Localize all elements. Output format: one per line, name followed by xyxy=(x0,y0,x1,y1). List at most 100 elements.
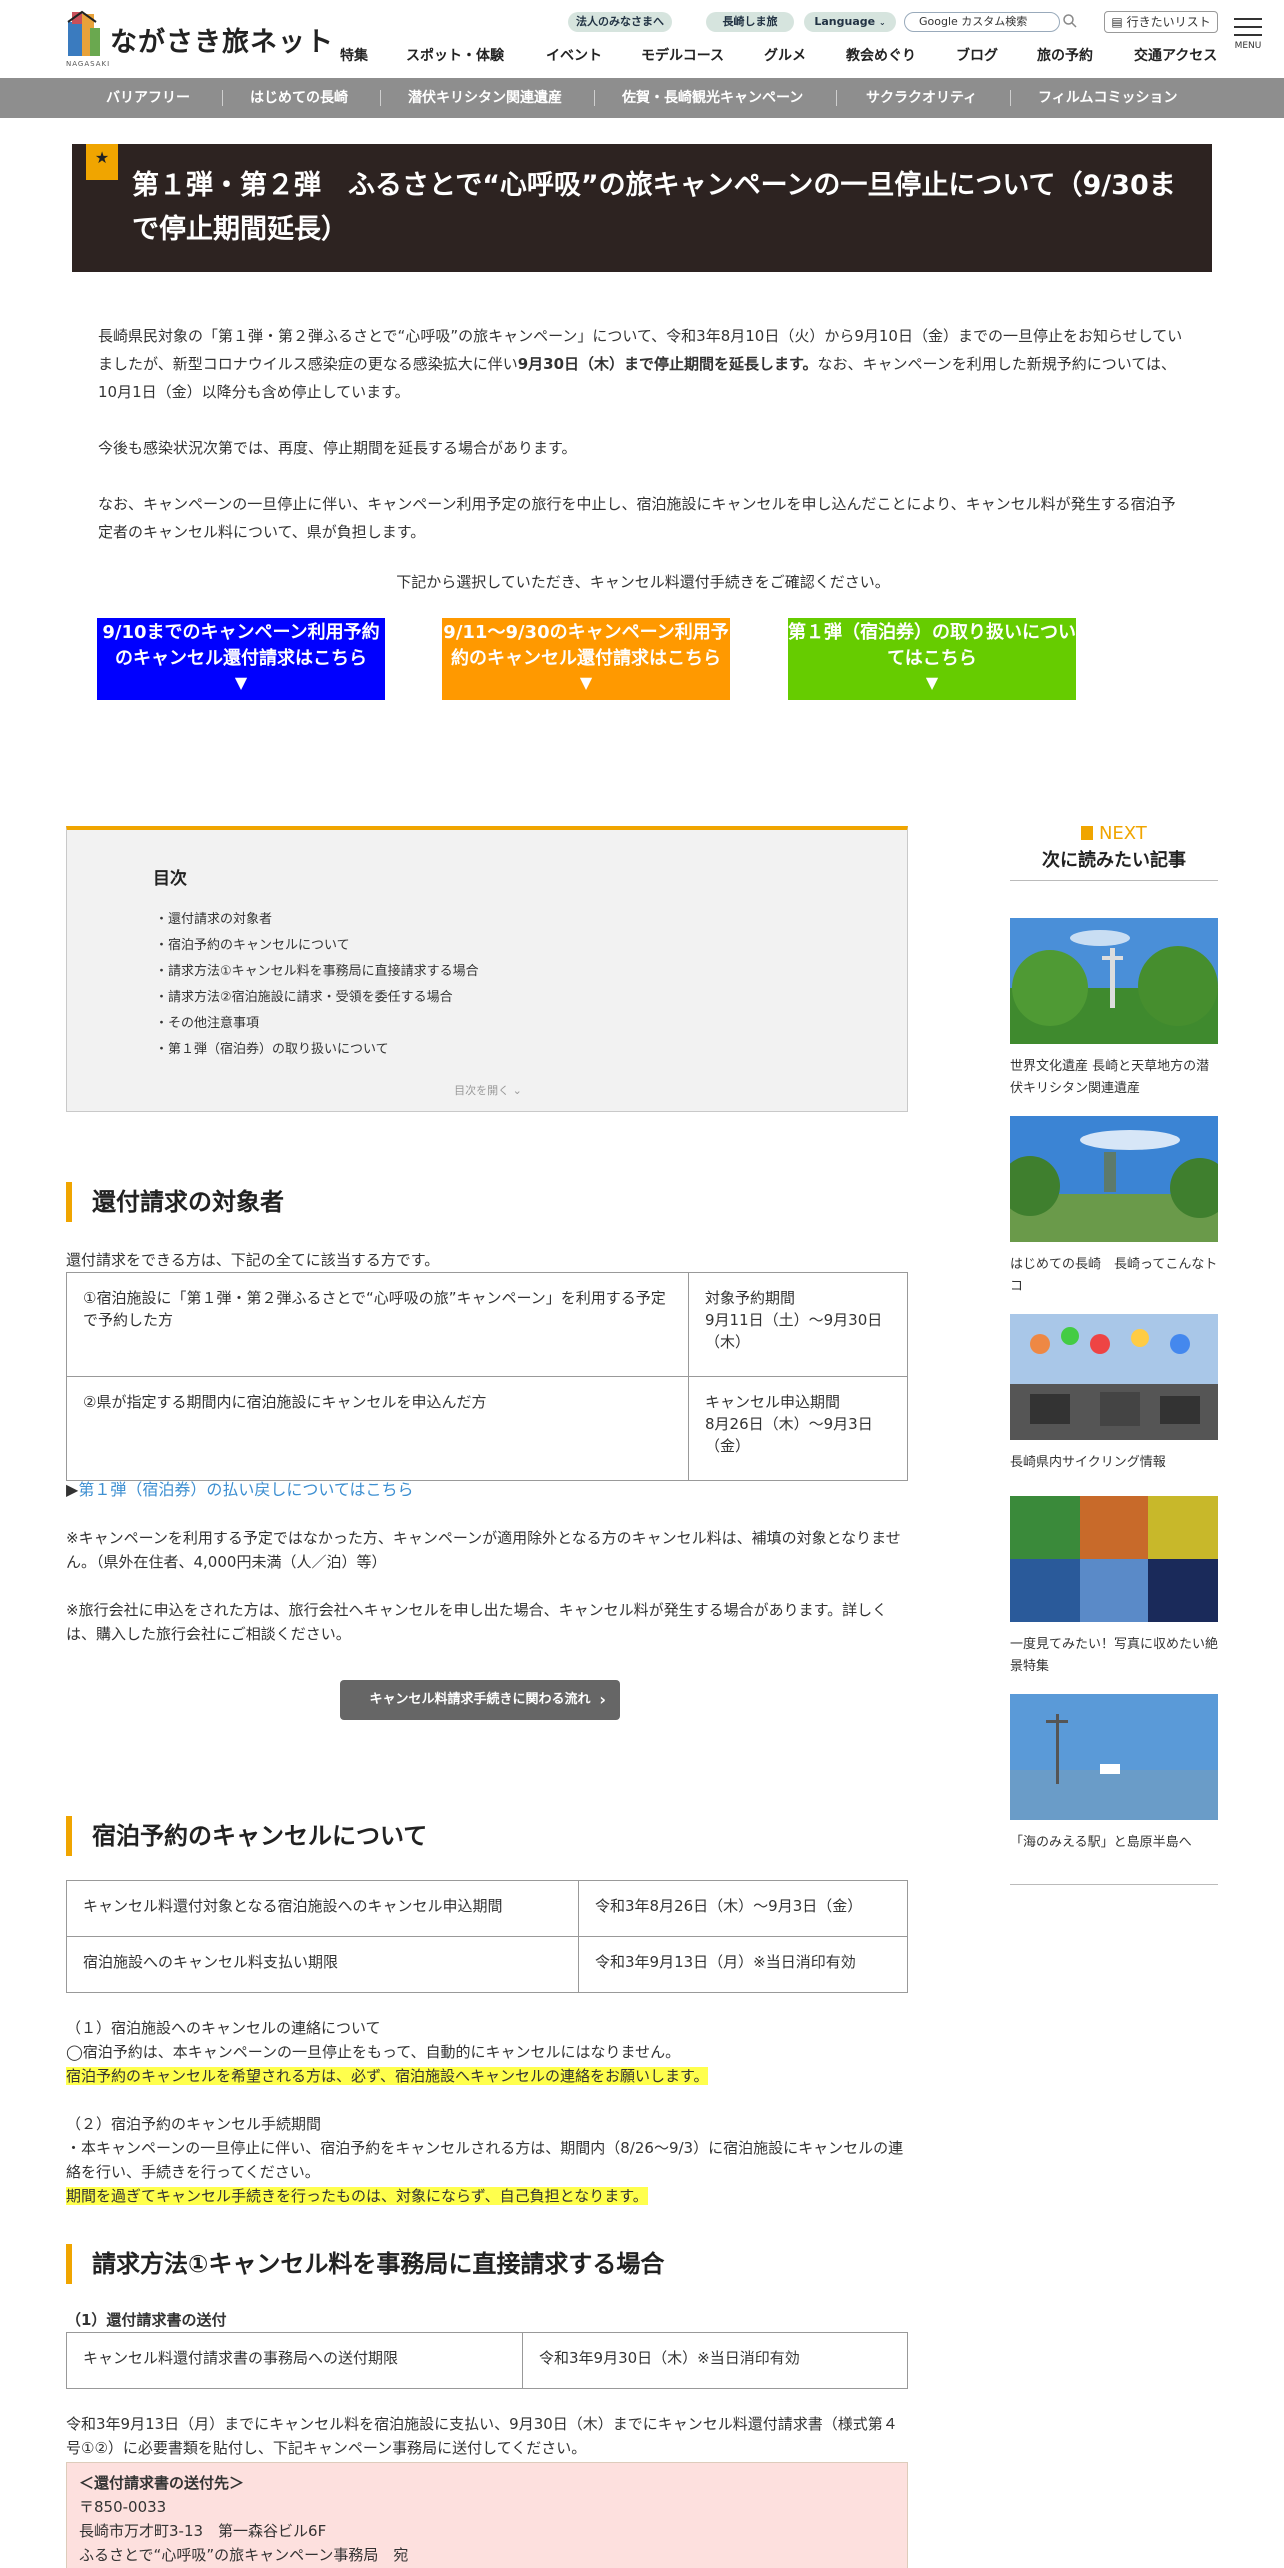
subnav-separator xyxy=(380,90,381,106)
intro-bold-text: 9月30日（木）まで停止期間を延長します。 xyxy=(517,355,818,373)
subnav-first-time[interactable]: はじめての長崎 xyxy=(250,78,348,118)
mailing-address-line: ふるさとで“心呼吸”の旅キャンペーン事務局 宛 xyxy=(79,2546,409,2564)
mailing-address-line: 〒850-0033 xyxy=(79,2498,167,2516)
star-badge: ★ xyxy=(86,144,118,180)
subnav-separator xyxy=(222,90,223,106)
section-heading-cancellation: 宿泊予約のキャンセルについて xyxy=(66,1816,427,1856)
eligibility-note-1: ※キャンペーンを利用する予定ではなかった方、キャンペーンが適用除外となる方のキャ… xyxy=(66,1529,901,1571)
cta-0911-0930[interactable]: 9/11～9/30のキャンペーン利用予約のキャンセル還付請求はこちら ▼ xyxy=(442,618,730,700)
article-thumbnail xyxy=(1010,918,1218,1044)
nav-access[interactable]: 交通アクセス xyxy=(1134,45,1217,65)
cta-label: 9/11～9/30のキャンペーン利用予約のキャンセル還付請求はこちら xyxy=(443,622,729,669)
table-row: キャンセル料還付対象となる宿泊施設へのキャンセル申込期間 令和3年8月26日（木… xyxy=(66,1880,908,1937)
toc-item[interactable]: ・請求方法②宿泊施設に請求・受領を委任する場合 xyxy=(155,986,453,1005)
page-title: 第１弾・第２弾 ふるさとで“心呼吸”の旅キャンペーンの一旦停止について（9/30… xyxy=(132,170,1176,245)
cancel-period-title: （２）宿泊予約のキャンセル手続期間 xyxy=(66,2115,322,2133)
toc-item[interactable]: ・請求方法①キャンセル料を事務局に直接請求する場合 xyxy=(155,960,479,979)
cta-first-voucher[interactable]: 第１弾（宿泊券）の取り扱いについてはこちら ▼ xyxy=(788,618,1076,700)
nav-model-course[interactable]: モデルコース xyxy=(641,45,724,65)
site-header: ながさき旅ネット NAGASAKI 法人のみなさまへ 長崎しま旅 Languag… xyxy=(0,0,1284,78)
article-title: 長崎県内サイクリング情報 xyxy=(1010,1455,1166,1470)
menu-bar xyxy=(1234,18,1262,20)
cancel-period-text: ・本キャンペーンの一旦停止に伴い、宿泊予約をキャンセルされる方は、期間内（8/2… xyxy=(66,2139,904,2181)
refund-link[interactable]: 第１弾（宿泊券）の払い戻しについてはこちら xyxy=(78,1480,413,1499)
nav-spots[interactable]: スポット・体験 xyxy=(406,45,504,65)
subnav-sakura-quality[interactable]: サクラクオリティ xyxy=(866,78,977,118)
article-title: 世界文化遺産 長崎と天草地方の潜伏キリシタン関連遺産 xyxy=(1010,1059,1210,1096)
site-logo[interactable]: ながさき旅ネット NAGASAKI xyxy=(66,8,333,68)
article-title: 一度見てみたい！写真に収めたい絶景特集 xyxy=(1010,1637,1219,1674)
article-thumbnail xyxy=(1010,1314,1218,1440)
nav-churches[interactable]: 教会めぐり xyxy=(846,45,916,65)
nav-gourmet[interactable]: グルメ xyxy=(764,45,806,65)
divider xyxy=(1010,1884,1218,1885)
triangle-down-icon: ▼ xyxy=(579,673,593,692)
direct-claim-text: 令和3年9月13日（月）までにキャンセル料を宿泊施設に支払い、9月30日（木）ま… xyxy=(66,2415,898,2457)
direct-claim-table: キャンセル料還付請求書の事務局への送付期限 令和3年9月30日（木）※当日消印有… xyxy=(66,2332,908,2389)
period-label: 対象予約期間 xyxy=(705,1289,796,1307)
highlight-text: 宿泊予約のキャンセルを希望される方は、必ず、宿泊施設へキャンセルの連絡をお願いし… xyxy=(66,2067,709,2085)
shimatabi-link[interactable]: 長崎しま旅 xyxy=(706,12,794,32)
menu-bar xyxy=(1234,26,1262,28)
nav-blog[interactable]: ブログ xyxy=(956,45,998,65)
cancel-contact-highlight: 宿泊予約のキャンセルを希望される方は、必ず、宿泊施設へキャンセルの連絡をお願いし… xyxy=(66,2064,908,2088)
next-label: NEXT xyxy=(1010,822,1218,846)
toc-item[interactable]: ・還付請求の対象者 xyxy=(155,908,272,927)
list-icon: ▤ xyxy=(1111,15,1123,29)
subnav-separator xyxy=(836,90,837,106)
highlight-text: 期間を過ぎてキャンセル手続きを行ったものは、対象にならず、自己負担となります。 xyxy=(66,2187,648,2205)
toc-item[interactable]: ・第１弾（宿泊券）の取り扱いについて xyxy=(155,1038,389,1057)
toc-item[interactable]: ・宿泊予約のキャンセルについて xyxy=(155,934,350,953)
period-value: 9月11日（土）～9月30日（木） xyxy=(705,1311,883,1351)
menu-label: MENU xyxy=(1234,41,1262,51)
cancel-period-highlight: 期間を過ぎてキャンセル手続きを行ったものは、対象にならず、自己負担となります。 xyxy=(66,2184,908,2208)
cancel-contact-title: （１）宿泊施設へのキャンセルの連絡について xyxy=(66,2019,381,2037)
logo-subtext: NAGASAKI xyxy=(66,60,111,68)
table-cell: ①宿泊施設に「第１弾・第２弾ふるさとで“心呼吸の旅”キャンペーン」を利用する予定… xyxy=(66,1272,689,1377)
eligibility-table: ①宿泊施設に「第１弾・第２弾ふるさとで“心呼吸の旅”キャンペーン」を利用する予定… xyxy=(66,1272,908,1481)
section-heading-eligibility: 還付請求の対象者 xyxy=(66,1182,284,1222)
nav-events[interactable]: イベント xyxy=(546,45,602,65)
toc-item[interactable]: ・その他注意事項 xyxy=(155,1012,259,1031)
language-select[interactable]: Language ⌄ xyxy=(804,12,896,32)
refund-link-row: ▶第１弾（宿泊券）の払い戻しについてはこちら xyxy=(66,1478,908,1502)
nav-booking[interactable]: 旅の予約 xyxy=(1037,45,1093,65)
nav-feature[interactable]: 特集 xyxy=(340,45,368,65)
corporate-link[interactable]: 法人のみなさまへ xyxy=(568,12,672,32)
triangle-down-icon: ▼ xyxy=(925,673,939,692)
table-cell: 令和3年9月30日（木）※当日消印有効 xyxy=(522,2332,908,2389)
period-label: キャンセル申込期間 xyxy=(705,1393,841,1411)
chevron-down-icon: ⌄ xyxy=(878,18,886,27)
table-cell: 宿泊施設へのキャンセル料支払い期限 xyxy=(66,1936,579,1993)
search-icon[interactable] xyxy=(1062,13,1078,29)
menu-button[interactable]: MENU xyxy=(1230,14,1266,54)
subnav-hidden-christian[interactable]: 潜伏キリシタン関連遺産 xyxy=(408,78,562,118)
divider xyxy=(1010,880,1218,881)
subnav-barrier-free[interactable]: バリアフリー xyxy=(106,78,190,118)
chevron-right-icon: › xyxy=(599,1690,606,1709)
toc-expand-button[interactable]: 目次を開く ⌄ xyxy=(67,1082,909,1098)
intro-paragraph-1: 長崎県民対象の「第１弾・第２弾ふるさとで“心呼吸”の旅キャンペーン」について、令… xyxy=(98,322,1188,406)
article-title: 「海のみえる駅」と島原半島へ xyxy=(1010,1835,1192,1850)
table-cell: 対象予約期間 9月11日（土）～9月30日（木） xyxy=(688,1272,908,1377)
table-cell: 令和3年8月26日（木）～9月3日（金） xyxy=(578,1880,908,1937)
logo-text: ながさき旅ネット xyxy=(110,27,334,58)
cta-label: 9/10までのキャンペーン利用予約のキャンセル還付請求はこちら xyxy=(102,622,380,669)
logo-mark-icon xyxy=(67,10,100,56)
table-cell: 令和3年9月13日（月）※当日消印有効 xyxy=(578,1936,908,1993)
next-articles-header: NEXT 次に読みたい記事 xyxy=(1010,822,1218,881)
subnav-film-commission[interactable]: フィルムコミッション xyxy=(1038,78,1177,118)
menu-bar xyxy=(1234,34,1262,36)
visit-list-label: 行きたいリスト xyxy=(1126,15,1211,29)
search-input[interactable]: Google カスタム検索 xyxy=(904,12,1060,32)
cta-before-0910[interactable]: 9/10までのキャンペーン利用予約のキャンセル還付請求はこちら ▼ xyxy=(97,618,385,700)
subnav-separator xyxy=(594,90,595,106)
visit-list-button[interactable]: ▤ 行きたいリスト xyxy=(1104,11,1218,33)
mailing-address-box: ＜還付請求書の送付先＞ 〒850-0033 長崎市万才町3-13 第一森谷ビル6… xyxy=(66,2462,908,2568)
table-cell: キャンセル料還付対象となる宿泊施設へのキャンセル申込期間 xyxy=(66,1880,579,1937)
cancel-flow-button[interactable]: キャンセル料請求手続きに関わる流れ › xyxy=(340,1680,620,1720)
direct-claim-subtitle: （1）還付請求書の送付 xyxy=(66,2311,227,2329)
subnav-separator xyxy=(1010,90,1011,106)
eligibility-lead: 還付請求をできる方は、下記の全てに該当する方です。 xyxy=(66,1251,440,1269)
subnav-saga-nagasaki[interactable]: 佐賀・長崎観光キャンペーン xyxy=(622,78,803,118)
